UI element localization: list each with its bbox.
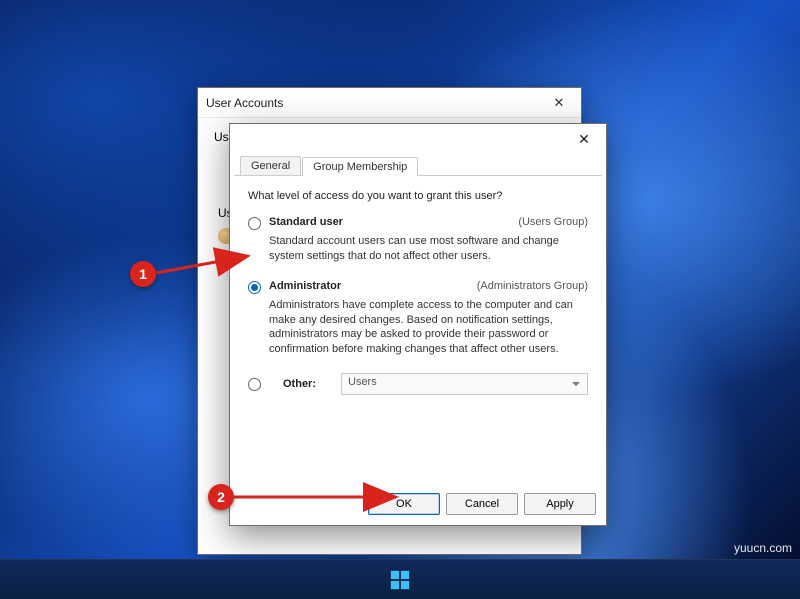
- radio-other[interactable]: [248, 378, 261, 391]
- windows-logo-icon: [389, 569, 411, 591]
- desktop-root: User Accounts ✕ User Us ✕ General Group …: [0, 0, 800, 599]
- standard-user-label[interactable]: Standard user: [269, 216, 518, 228]
- other-group-select[interactable]: Users: [341, 373, 588, 395]
- close-icon[interactable]: ✕: [537, 88, 581, 118]
- taskbar[interactable]: [0, 559, 800, 599]
- properties-titlebar[interactable]: ✕: [230, 124, 606, 154]
- tabstrip: General Group Membership: [234, 154, 602, 176]
- apply-button[interactable]: Apply: [524, 493, 596, 515]
- access-prompt: What level of access do you want to gran…: [248, 190, 588, 202]
- radio-administrator[interactable]: [248, 281, 261, 294]
- annotation-marker-1: 1: [130, 261, 156, 287]
- dialog-button-row: OK Cancel Apply: [368, 493, 596, 515]
- administrator-desc: Administrators have complete access to t…: [269, 298, 588, 357]
- user-accounts-titlebar[interactable]: User Accounts ✕: [198, 88, 581, 118]
- group-membership-dialog: ✕ General Group Membership What level of…: [229, 123, 607, 526]
- annotation-marker-2: 2: [208, 484, 234, 510]
- radio-standard-user[interactable]: [248, 217, 261, 230]
- tab-group-membership[interactable]: Group Membership: [302, 157, 418, 176]
- start-button[interactable]: [380, 560, 420, 599]
- tab-general[interactable]: General: [240, 156, 301, 175]
- group-membership-content: What level of access do you want to gran…: [230, 176, 606, 405]
- close-icon[interactable]: ✕: [562, 124, 606, 154]
- other-group-selected: Users: [348, 376, 377, 388]
- administrator-label[interactable]: Administrator: [269, 280, 477, 292]
- watermark: yuucn.com: [734, 541, 792, 555]
- user-accounts-title: User Accounts: [206, 96, 283, 110]
- ok-button[interactable]: OK: [368, 493, 440, 515]
- other-label[interactable]: Other:: [283, 378, 327, 390]
- administrator-group: (Administrators Group): [477, 280, 588, 292]
- cancel-button[interactable]: Cancel: [446, 493, 518, 515]
- standard-user-desc: Standard account users can use most soft…: [269, 234, 588, 264]
- standard-user-group: (Users Group): [518, 216, 588, 228]
